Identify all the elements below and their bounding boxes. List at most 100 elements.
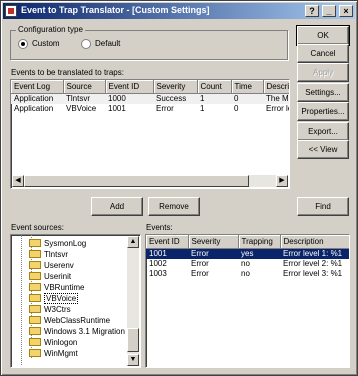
cell-time: 0 [231, 93, 263, 104]
cell-trapping: no [241, 258, 250, 268]
scroll-up-icon[interactable]: ▲ [127, 236, 139, 248]
properties-button[interactable]: Properties... [297, 102, 349, 121]
cell-trapping: no [241, 268, 250, 278]
remove-button[interactable]: Remove [148, 197, 200, 216]
title-bar[interactable]: Event to Trap Translator - [Custom Setti… [3, 3, 355, 19]
help-button[interactable]: ? [305, 5, 319, 17]
scroll-right-icon[interactable]: ▶ [276, 175, 288, 187]
cell-event-id: 1001 [108, 103, 126, 113]
col-event-log[interactable]: Event Log [11, 80, 64, 94]
folder-icon [29, 326, 41, 335]
tree-item-label: VBVoice [44, 293, 79, 304]
tree-item-userinit[interactable]: Userinit [29, 271, 71, 282]
cell-count: 1 [200, 103, 205, 113]
event-sources-tree[interactable]: SysmonLog Tlntsvr Userenv Userinit VBRun… [10, 234, 141, 368]
table-row[interactable]: Application Tlntsvr 1000 Success 1 0 The… [11, 93, 289, 104]
col-description[interactable]: Description [263, 80, 289, 94]
cell-description: Error level 3: %1 [283, 268, 343, 278]
tree-item-label: WebClassRuntime [44, 316, 111, 325]
table-row[interactable]: Application VBVoice 1001 Error 1 0 Error… [11, 103, 289, 114]
tree-line [21, 235, 22, 365]
col-count[interactable]: Count [197, 80, 232, 94]
cell-event-id: 1001 [146, 248, 188, 259]
translated-events-table: Event Log Source Event ID Severity Count… [11, 80, 289, 114]
view-button[interactable]: << View [297, 140, 349, 159]
ok-button[interactable]: OK [296, 25, 350, 46]
export-button[interactable]: Export... [297, 122, 349, 141]
radio-default[interactable]: Default [81, 39, 120, 49]
configuration-type-label: Configuration type [16, 25, 85, 34]
table-row[interactable]: 1002 Error no Error level 2: %1 [146, 259, 349, 269]
cell-event-id: 1002 [149, 258, 167, 268]
cell-count: 1 [197, 93, 231, 104]
cancel-button[interactable]: Cancel [297, 44, 349, 63]
radio-selected-icon [18, 39, 28, 49]
scroll-left-icon[interactable]: ◀ [12, 175, 24, 187]
col-source[interactable]: Source [63, 80, 106, 94]
translated-events-label: Events to be translated to traps: [11, 68, 124, 77]
events-label: Events: [146, 223, 173, 232]
radio-default-label: Default [95, 39, 121, 49]
tree-item-tlntsvr[interactable]: Tlntsvr [29, 249, 68, 260]
col-event-id[interactable]: Event ID [105, 80, 154, 94]
tree-item-label: Userinit [44, 272, 72, 281]
tree-item-label: Userenv [44, 261, 74, 270]
tree-item-windows31migration[interactable]: Windows 3.1 Migration [29, 326, 125, 337]
translated-hscrollbar[interactable]: ◀ ▶ [12, 175, 288, 187]
folder-icon [29, 337, 41, 346]
cell-trapping: yes [238, 248, 280, 259]
cell-severity: Error [191, 268, 209, 278]
tree-item-userenv[interactable]: Userenv [29, 260, 74, 271]
cell-event-log: Application [14, 103, 54, 113]
tree-item-label: W3Ctrs [44, 305, 71, 314]
table-row[interactable]: 1001 Error yes Error level 1: %1 [146, 248, 349, 259]
tree-item-webclassruntime[interactable]: WebClassRuntime [29, 315, 110, 326]
find-button[interactable]: Find [297, 197, 349, 216]
tree-item-winmgmt[interactable]: WinMgmt [29, 348, 78, 359]
settings-button[interactable]: Settings... [297, 83, 349, 102]
events-list[interactable]: Event ID Severity Trapping Description 1… [145, 234, 350, 368]
radio-custom[interactable]: Custom [18, 39, 60, 49]
app-icon [5, 5, 17, 17]
folder-open-icon [29, 293, 41, 302]
radio-unselected-icon [81, 39, 91, 49]
tree-item-vbvoice[interactable]: VBVoice [29, 293, 79, 304]
add-button[interactable]: Add [91, 197, 143, 216]
tree-item-w3ctrs[interactable]: W3Ctrs [29, 304, 71, 315]
close-button[interactable]: × [339, 5, 353, 17]
folder-icon [29, 282, 41, 291]
tree-item-label: Winlogon [44, 338, 78, 347]
window-title: Event to Trap Translator - [Custom Setti… [21, 5, 210, 15]
translated-events-list[interactable]: Event Log Source Event ID Severity Count… [10, 79, 290, 189]
apply-button[interactable]: Apply [297, 63, 349, 82]
scroll-thumb[interactable] [24, 175, 249, 187]
col-trapping[interactable]: Trapping [238, 235, 281, 249]
cell-event-id: 1000 [105, 93, 153, 104]
scroll-thumb[interactable] [127, 328, 139, 352]
events-table: Event ID Severity Trapping Description 1… [146, 235, 349, 279]
sources-vscrollbar[interactable]: ▲ ▼ [127, 236, 139, 366]
tree-item-vbruntime[interactable]: VBRuntime [29, 282, 84, 293]
cell-event-log: Application [11, 93, 63, 104]
cell-source: Tlntsvr [63, 93, 105, 104]
minimize-button[interactable]: _ [322, 5, 336, 17]
tree-item-sysmonlog[interactable]: SysmonLog [29, 238, 86, 249]
event-sources-label: Event sources: [11, 223, 64, 232]
table-row[interactable]: 1003 Error no Error level 3: %1 [146, 269, 349, 279]
dialog-window: Event to Trap Translator - [Custom Setti… [0, 0, 358, 376]
folder-icon [29, 304, 41, 313]
tree-item-label: Tlntsvr [44, 250, 68, 259]
tree-item-label: VBRuntime [44, 283, 85, 292]
col-event-id[interactable]: Event ID [146, 235, 189, 249]
col-severity[interactable]: Severity [188, 235, 239, 249]
tree-item-winlogon[interactable]: Winlogon [29, 337, 77, 348]
col-time[interactable]: Time [231, 80, 264, 94]
col-description[interactable]: Description [280, 235, 349, 249]
radio-custom-label: Custom [32, 39, 60, 49]
scroll-down-icon[interactable]: ▼ [127, 354, 139, 366]
cell-description: Error level 2: %1 [283, 258, 343, 268]
folder-icon [29, 315, 41, 324]
folder-icon [29, 348, 41, 357]
col-severity[interactable]: Severity [153, 80, 198, 94]
cell-severity: Error [191, 258, 209, 268]
